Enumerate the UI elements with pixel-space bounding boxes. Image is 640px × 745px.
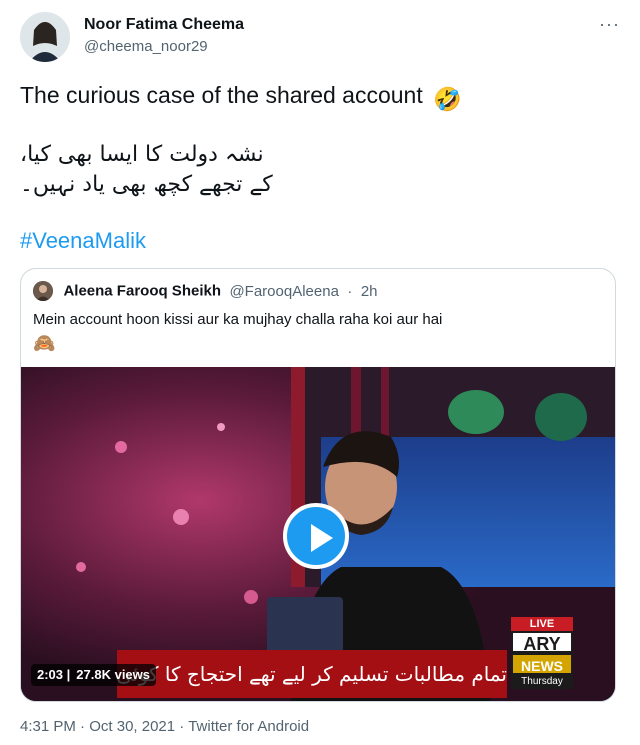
quoted-author-name[interactable]: Aleena Farooq Sheikh xyxy=(63,283,221,300)
meta-separator: · xyxy=(80,718,90,735)
author-handle[interactable]: @cheema_noor29 xyxy=(84,38,208,55)
quoted-tweet-text: Mein account hoon kissi aur ka mujhay ch… xyxy=(33,311,443,328)
video-views: 27.8K views xyxy=(76,667,150,682)
ary-news-logo: LIVE ARY NEWS Thursday xyxy=(511,617,573,689)
tweet-time[interactable]: 4:31 PM xyxy=(20,718,76,735)
video-player[interactable]: تمام مطالبات تسلیم کر لیے تھے احتجاج کا … xyxy=(21,367,615,701)
more-options-icon[interactable]: ··· xyxy=(599,14,620,35)
tweet-urdu-text: نشہ دولت کا ایسا بھی کیا، کے تجھے کچھ بھ… xyxy=(20,140,320,200)
quoted-author-handle[interactable]: @FarooqAleena xyxy=(229,283,338,300)
author-name[interactable]: Noor Fatima Cheema xyxy=(84,16,244,34)
urdu-line-2: کے تجھے کچھ بھی یاد نہیں۔ xyxy=(20,172,273,197)
urdu-line-1: نشہ دولت کا ایسا بھی کیا، xyxy=(20,142,264,167)
tweet-text-body: The curious case of the shared account xyxy=(20,82,423,108)
tweet-date[interactable]: Oct 30, 2021 xyxy=(89,718,175,735)
channel-news-label: NEWS xyxy=(511,653,573,675)
meta-separator: · xyxy=(179,718,189,735)
channel-live-label: LIVE xyxy=(511,617,573,631)
news-ticker: تمام مطالبات تسلیم کر لیے تھے احتجاج کا … xyxy=(117,650,507,698)
quoted-time-ago[interactable]: 2h xyxy=(361,283,378,300)
rofl-emoji-icon: 🤣 xyxy=(433,86,462,112)
tweet-source[interactable]: Twitter for Android xyxy=(188,718,309,735)
quoted-separator: · xyxy=(347,282,353,300)
tweet-text: The curious case of the shared account 🤣 xyxy=(20,80,620,114)
quoted-tweet-header: Aleena Farooq Sheikh @FarooqAleena · 2h xyxy=(33,281,378,305)
quoted-tweet[interactable]: Aleena Farooq Sheikh @FarooqAleena · 2h … xyxy=(20,268,616,702)
author-avatar[interactable] xyxy=(20,12,70,62)
play-button[interactable] xyxy=(283,503,349,569)
video-duration: 2:03 xyxy=(37,667,64,682)
see-no-evil-monkey-emoji-icon: 🙈 xyxy=(33,333,56,353)
channel-name: ARY xyxy=(511,631,573,654)
quoted-author-avatar[interactable] xyxy=(33,281,53,301)
channel-day-label: Thursday xyxy=(511,675,573,689)
hashtag-link[interactable]: #VeenaMalik xyxy=(20,228,146,254)
tweet-header: Noor Fatima Cheema @cheema_noor29 ··· xyxy=(20,12,620,66)
video-duration-badge: 2:03 | 27.8K views xyxy=(31,664,156,686)
video-divider: | xyxy=(63,667,71,682)
tweet-metadata: 4:31 PM · Oct 30, 2021 · Twitter for And… xyxy=(20,718,309,735)
